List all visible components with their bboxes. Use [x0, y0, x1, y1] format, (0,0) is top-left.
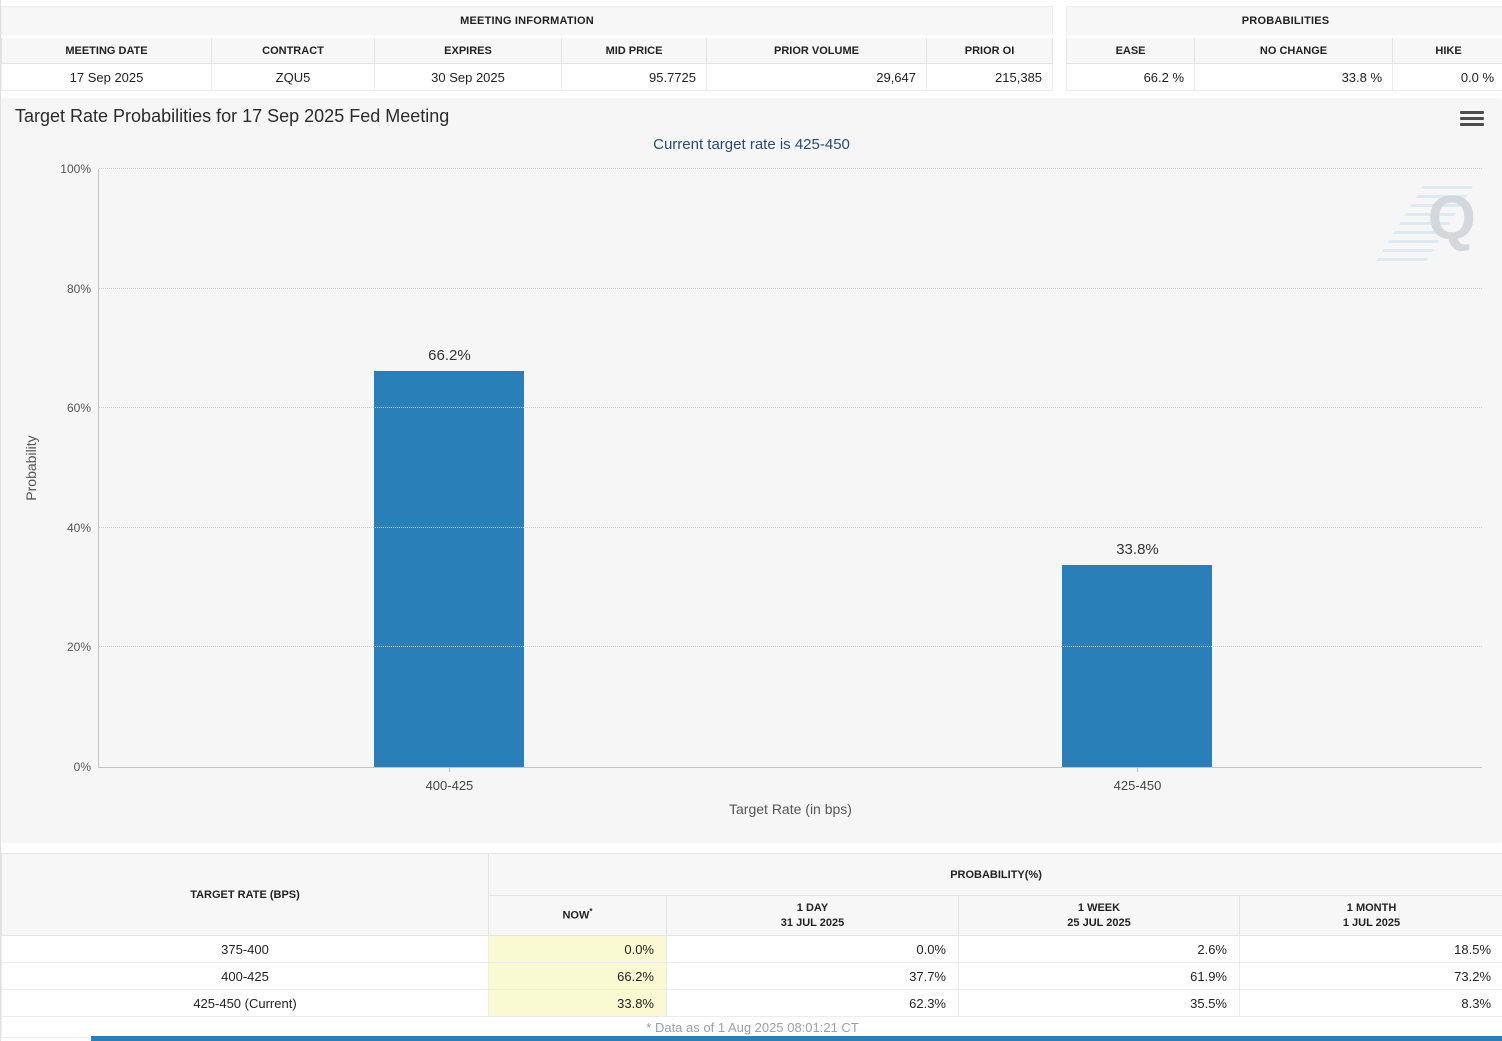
- bar-400-425[interactable]: 66.2%: [374, 169, 525, 767]
- gridline: [99, 646, 1482, 648]
- one-day-header: 1 DAY 31 JUL 2025: [666, 895, 959, 936]
- plot-area: 66.2% 33.8% 400-425 425-450 Target Rate …: [60, 162, 1482, 817]
- bar-value-label: 33.8%: [1116, 540, 1159, 558]
- ease-header: EASE: [1066, 36, 1196, 64]
- one-day-cell: 0.0%: [666, 935, 959, 963]
- x-category-label: 400-425: [425, 778, 474, 793]
- one-day-cell: 37.7%: [666, 962, 959, 990]
- one-week-cell: 35.5%: [958, 989, 1240, 1017]
- bar-rect[interactable]: 33.8%: [1062, 541, 1213, 767]
- target-rate-chart-panel: Target Rate Probabilities for 17 Sep 202…: [1, 98, 1502, 843]
- gridline: [99, 287, 1482, 289]
- prior-volume-value: 29,647: [706, 63, 927, 91]
- probability-history-section: TARGET RATE (BPS) PROBABILITY(%) NOW* 1 …: [0, 853, 1502, 1038]
- meeting-information-table: MEETING INFORMATION MEETING DATE CONTRAC…: [0, 6, 1054, 91]
- x-axis-title: Target Rate (in bps): [729, 801, 852, 817]
- expires-value: 30 Sep 2025: [374, 63, 562, 91]
- rate-range-cell: 400-425: [1, 962, 489, 990]
- y-tick-label: 80%: [66, 281, 91, 296]
- table-row: 400-425 66.2% 37.7% 61.9% 73.2%: [1, 962, 1502, 990]
- no-change-value: 33.8 %: [1194, 63, 1394, 91]
- hike-header: HIKE: [1392, 36, 1502, 64]
- no-change-header: NO CHANGE: [1194, 36, 1394, 64]
- y-tick-label: 40%: [66, 520, 91, 535]
- hike-value: 0.0 %: [1392, 63, 1502, 91]
- bar-425-450[interactable]: 33.8%: [1062, 169, 1213, 767]
- one-month-cell: 8.3%: [1238, 989, 1502, 1017]
- rate-range-cell: 375-400: [1, 935, 489, 963]
- contract-value: ZQU5: [211, 63, 375, 91]
- y-axis-title: Probability: [23, 435, 39, 501]
- now-cell: 33.8%: [488, 989, 667, 1017]
- y-tick-label: 0%: [73, 760, 91, 774]
- now-cell: 0.0%: [488, 935, 667, 963]
- gridline: [99, 526, 1482, 528]
- one-month-cell: 18.5%: [1238, 935, 1502, 963]
- prior-oi-value: 215,385: [925, 63, 1054, 91]
- meeting-information-title: MEETING INFORMATION: [0, 6, 1054, 38]
- hamburger-menu-icon[interactable]: [1460, 111, 1484, 129]
- one-week-cell: 2.6%: [958, 935, 1240, 963]
- contract-header: CONTRACT: [211, 36, 375, 64]
- one-week-header: 1 WEEK 25 JUL 2025: [958, 895, 1240, 936]
- target-rate-bps-header: TARGET RATE (BPS): [1, 853, 489, 936]
- x-tick-mark: [1137, 767, 1139, 772]
- top-info-section: MEETING INFORMATION MEETING DATE CONTRAC…: [0, 0, 1502, 91]
- x-category-label: 425-450: [1113, 778, 1162, 793]
- bottom-accent-bar: [91, 1036, 1502, 1041]
- x-tick-mark: [449, 767, 451, 772]
- now-cell: 66.2%: [488, 962, 667, 990]
- now-asterisk: *: [589, 907, 593, 917]
- one-month-header: 1 MONTH 1 JUL 2025: [1238, 895, 1502, 936]
- chart-title: Target Rate Probabilities for 17 Sep 202…: [15, 106, 450, 126]
- y-tick-label: 100%: [60, 162, 91, 176]
- prior-oi-header: PRIOR OI: [925, 36, 1054, 64]
- bar-rect[interactable]: 66.2%: [374, 347, 525, 767]
- expires-header: EXPIRES: [374, 36, 562, 64]
- meeting-date-value: 17 Sep 2025: [1, 63, 212, 91]
- rate-range-cell: 425-450 (Current): [1, 989, 489, 1017]
- probability-history-table: TARGET RATE (BPS) PROBABILITY(%) NOW* 1 …: [0, 853, 1502, 1038]
- data-as-of-footnote: * Data as of 1 Aug 2025 08:01:21 CT: [0, 1016, 1502, 1038]
- one-day-cell: 62.3%: [666, 989, 959, 1017]
- table-row: 375-400 0.0% 0.0% 2.6% 18.5%: [1, 935, 1502, 963]
- probability-pct-header: PROBABILITY(%): [487, 853, 1502, 896]
- now-header: NOW*: [488, 895, 667, 936]
- gridline: [99, 168, 1482, 169]
- bar-value-label: 66.2%: [428, 347, 471, 365]
- one-week-cell: 61.9%: [958, 962, 1240, 990]
- y-tick-label: 20%: [66, 640, 91, 655]
- probabilities-table: PROBABILITIES EASE NO CHANGE HIKE 66.2 %…: [1066, 6, 1502, 91]
- table-row: 425-450 (Current) 33.8% 62.3% 35.5% 8.3%: [1, 989, 1502, 1017]
- y-tick-label: 60%: [66, 401, 91, 416]
- probabilities-title: PROBABILITIES: [1066, 6, 1502, 38]
- gridline: [99, 407, 1482, 409]
- one-month-cell: 73.2%: [1238, 962, 1502, 990]
- mid-price-header: MID PRICE: [561, 36, 707, 64]
- ease-value: 66.2 %: [1066, 63, 1196, 91]
- chart-subtitle: Current target rate is 425-450: [653, 136, 850, 153]
- meeting-date-header: MEETING DATE: [1, 36, 212, 64]
- prior-volume-header: PRIOR VOLUME: [706, 36, 927, 64]
- mid-price-value: 95.7725: [561, 63, 707, 91]
